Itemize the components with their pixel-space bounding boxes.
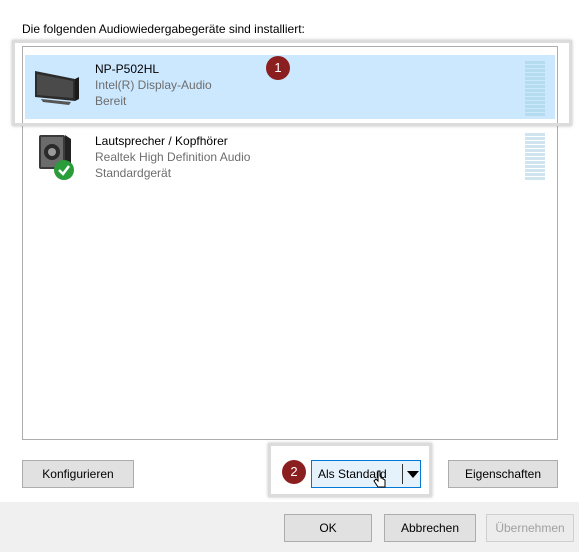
callout-badge-2: 2 <box>282 460 306 484</box>
properties-button[interactable]: Eigenschaften <box>448 460 558 488</box>
split-separator <box>402 464 403 484</box>
default-check-icon <box>54 160 74 180</box>
volume-level-meter <box>525 133 545 181</box>
configure-button[interactable]: Konfigurieren <box>22 460 134 488</box>
device-item-lautsprecher[interactable]: Lautsprecher / Kopfhörer Realtek High De… <box>25 127 555 191</box>
device-driver: Realtek High Definition Audio <box>95 150 251 164</box>
device-status: Standardgerät <box>95 166 172 180</box>
ok-button[interactable]: OK <box>284 514 372 542</box>
chevron-down-icon[interactable] <box>407 471 419 478</box>
dialog-footer: OK Abbrechen Übernehmen <box>0 502 579 552</box>
callout-badge-1: 1 <box>266 56 290 80</box>
device-name: Lautsprecher / Kopfhörer <box>95 134 228 148</box>
callout-frame-1 <box>12 40 572 126</box>
speaker-icon <box>39 135 74 180</box>
device-list-caption: Die folgenden Audiowiedergabegeräte sind… <box>22 22 305 36</box>
mouse-cursor-icon <box>373 470 386 488</box>
set-default-split-button[interactable]: Als Standard <box>311 460 421 488</box>
apply-button[interactable]: Übernehmen <box>486 514 574 542</box>
cancel-button[interactable]: Abbrechen <box>384 514 476 542</box>
